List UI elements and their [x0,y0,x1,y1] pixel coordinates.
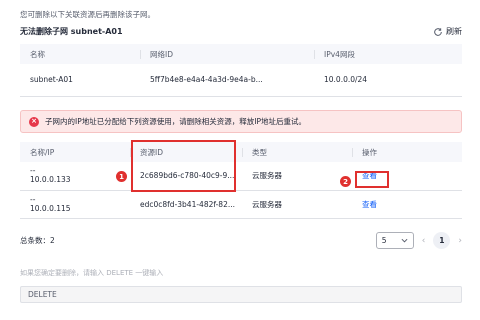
resource-name: -- [30,194,36,204]
view-link[interactable]: 查看 [362,171,377,180]
table-row: -- 10.0.0.115 edc0c8fd-3b41-482f-82... 云… [20,190,462,219]
delete-confirm-input[interactable] [20,286,462,303]
col-network-id: 网络ID [140,44,314,64]
next-page-icon[interactable]: › [458,236,462,246]
resource-ip: 10.0.0.115 [30,203,71,213]
col-ipv4-cidr: IPv4网段 [314,44,462,64]
chevron-down-icon [401,238,408,243]
step-marker-1: 1 [116,171,127,182]
page-size-value: 5 [381,236,387,245]
table-header: 名称 网络ID IPv4网段 [20,44,462,64]
col-name-ip: 名称/IP [30,147,55,157]
resource-type: 云服务器 [242,162,352,191]
resource-table: 名称/IP 资源ID 类型 操作 -- 10.0.0.133 2c689bd6-… [20,142,462,219]
name-ip-cell: -- 10.0.0.115 [20,190,130,219]
table-row: -- 10.0.0.133 2c689bd6-c780-40c9-9... 云服… [20,162,462,191]
delete-hint: 您可删除以下关联资源后再删除该子网。 [20,10,155,19]
error-alert: × 子网内的IP地址已分配给下列资源使用，请删除相关资源，释放IP地址后重试。 [20,110,462,133]
refresh-icon [434,27,442,36]
table-header: 名称/IP 资源ID 类型 操作 [20,142,462,162]
resource-type: 云服务器 [242,190,352,219]
refresh-button[interactable]: 刷新 [433,26,462,37]
subnet-table: 名称 网络ID IPv4网段 subnet-A01 5ff7b4e8-e4a4-… [20,44,462,97]
col-action: 操作 [352,142,462,162]
view-link[interactable]: 查看 [362,200,377,209]
pagination: 5 ‹ 1 › [375,232,462,249]
resource-id: 2c689bd6-c780-40c9-9... [130,162,242,191]
subtitle: 无法删除子网 subnet-A01 [20,27,123,36]
network-id: 5ff7b4e8-e4a4-4a3d-9e4a-b... [140,64,314,97]
total-count: 总条数：2 [20,236,55,245]
resource-id: edc0c8fd-3b41-482f-82... [130,190,242,219]
step-marker-2: 2 [340,176,351,187]
ipv4-cidr: 10.0.0.0/24 [314,64,462,97]
col-type: 类型 [242,142,352,162]
subnet-name: subnet-A01 [20,64,140,97]
resource-ip: 10.0.0.133 [30,175,71,185]
table-row: subnet-A01 5ff7b4e8-e4a4-4a3d-9e4a-b... … [20,64,462,97]
refresh-label: 刷新 [446,27,462,36]
name-ip-cell: -- 10.0.0.133 [20,162,130,191]
prev-page-icon[interactable]: ‹ [422,236,426,246]
confirm-hint: 如果您确定要删除，请输入 DELETE 一键输入 [20,269,164,277]
col-name: 名称 [30,49,45,59]
resource-name: -- [30,166,36,176]
error-icon: × [29,116,39,127]
alert-text: 子网内的IP地址已分配给下列资源使用，请删除相关资源，释放IP地址后重试。 [45,117,306,126]
col-resource-id: 资源ID [130,142,242,162]
current-page[interactable]: 1 [433,232,451,249]
table-footer: 总条数：2 5 ‹ 1 › [20,232,462,249]
subtitle-row: 无法删除子网 subnet-A01 刷新 [20,26,462,37]
page-size-select[interactable]: 5 [375,232,414,249]
